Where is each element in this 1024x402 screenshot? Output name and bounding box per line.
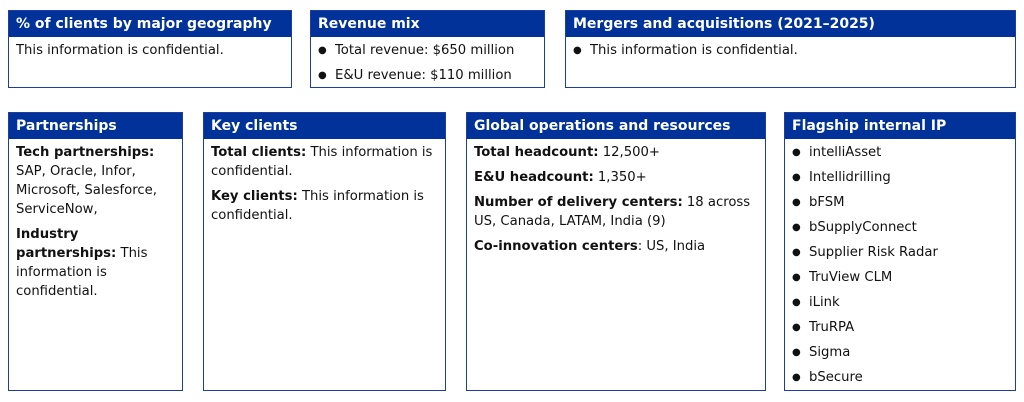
- geography-card: % of clients by major geography This inf…: [8, 10, 292, 88]
- ip-item-label: intelliAsset: [809, 145, 882, 160]
- ip-item-label: Supplier Risk Radar: [809, 245, 938, 260]
- ip-list-item: ● bFSM: [792, 193, 1008, 212]
- mna-item: ● This information is confidential.: [573, 43, 798, 58]
- ip-item-label: iLink: [809, 295, 840, 310]
- global-ops-card: Global operations and resources Total he…: [466, 112, 766, 391]
- total-headcount: Total headcount: 12,500+: [474, 145, 660, 160]
- total-clients: Total clients: This information is confi…: [211, 145, 433, 179]
- ip-list-item: ● Intellidrilling: [792, 168, 1008, 187]
- flagship-ip-card-title: Flagship internal IP: [785, 113, 1015, 139]
- bullet-icon: ●: [573, 45, 582, 56]
- bullet-icon: ●: [792, 247, 801, 258]
- bullet-icon: ●: [792, 222, 801, 233]
- ip-item-label: Sigma: [809, 345, 851, 360]
- ip-item-label: bSupplyConnect: [809, 220, 917, 235]
- ip-list-item: ● TruView CLM: [792, 268, 1008, 287]
- partnerships-card-title: Partnerships: [9, 113, 182, 139]
- ip-list-item: ● TruRPA: [792, 318, 1008, 337]
- bullet-icon: ●: [792, 322, 801, 333]
- mna-card-title: Mergers and acquisitions (2021–2025): [566, 11, 1015, 37]
- bullet-icon: ●: [792, 297, 801, 308]
- bullet-icon: ●: [792, 272, 801, 283]
- ip-list-item: ● intelliAsset: [792, 143, 1008, 162]
- revenue-card: Revenue mix ● Total revenue: $650 million…: [310, 10, 545, 88]
- bullet-icon: ●: [792, 372, 801, 383]
- co-innovation-centers: Co-innovation centers: US, India: [474, 239, 706, 254]
- key-clients: Key clients: This information is confide…: [211, 189, 424, 223]
- ip-list-item: ● Supplier Risk Radar: [792, 243, 1008, 262]
- bullet-icon: ●: [318, 70, 327, 81]
- eu-headcount: E&U headcount: 1,350+: [474, 170, 647, 185]
- geography-text: This information is confidential.: [16, 43, 224, 58]
- ip-item-label: TruRPA: [809, 320, 855, 335]
- key-clients-card: Key clients Total clients: This informat…: [203, 112, 446, 391]
- ip-item-label: Intellidrilling: [809, 170, 891, 185]
- bullet-icon: ●: [792, 147, 801, 158]
- revenue-card-title: Revenue mix: [311, 11, 544, 37]
- revenue-item: ● Total revenue: $650 million: [318, 43, 515, 58]
- mna-card: Mergers and acquisitions (2021–2025) ● Th…: [565, 10, 1016, 88]
- delivery-centers: Number of delivery centers: 18 across US…: [474, 195, 751, 229]
- industry-partnerships: Industry partnerships: This information …: [16, 227, 148, 299]
- ip-list-item: ● bSecure: [792, 368, 1008, 387]
- bullet-icon: ●: [792, 347, 801, 358]
- bullet-icon: ●: [792, 172, 801, 183]
- ip-list-item: ● iLink: [792, 293, 1008, 312]
- bullet-icon: ●: [318, 45, 327, 56]
- ip-item-label: TruView CLM: [809, 270, 893, 285]
- flagship-ip-list: ● intelliAsset ● Intellidrilling ● bFSM ● bSupp…: [785, 139, 1015, 397]
- tech-partnerships: Tech partnerships: SAP, Oracle, Infor, M…: [16, 145, 157, 217]
- ip-item-label: bFSM: [809, 195, 845, 210]
- partnerships-card: Partnerships Tech partnerships: SAP, Ora…: [8, 112, 183, 391]
- geography-card-title: % of clients by major geography: [9, 11, 291, 37]
- flagship-ip-card: Flagship internal IP ● intelliAsset ● Intel…: [784, 112, 1016, 391]
- ip-list-item: ● Sigma: [792, 343, 1008, 362]
- key-clients-card-title: Key clients: [204, 113, 445, 139]
- bullet-icon: ●: [792, 197, 801, 208]
- global-ops-card-title: Global operations and resources: [467, 113, 765, 139]
- ip-item-label: bSecure: [809, 370, 863, 385]
- ip-list-item: ● bSupplyConnect: [792, 218, 1008, 237]
- revenue-item: ● E&U revenue: $110 million: [318, 68, 512, 83]
